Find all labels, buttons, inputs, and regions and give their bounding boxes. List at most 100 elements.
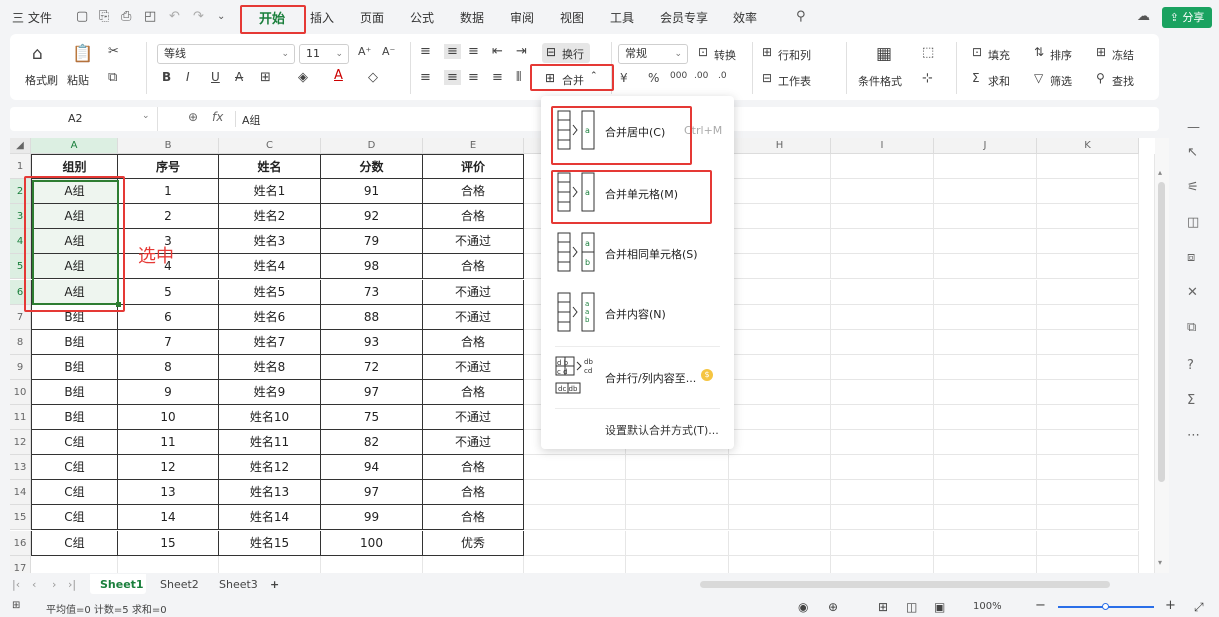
fill-button[interactable]: 填充 <box>988 47 1010 63</box>
formula-sum-icon[interactable]: Σ <box>1187 393 1195 408</box>
empty-cell[interactable] <box>219 555 321 573</box>
empty-cell[interactable] <box>934 379 1037 405</box>
empty-cell[interactable] <box>524 530 626 556</box>
empty-cell[interactable] <box>934 229 1037 255</box>
empty-cell[interactable] <box>729 329 831 355</box>
rows-cols-button[interactable]: 行和列 <box>778 47 811 63</box>
table-cell[interactable]: 合格 <box>423 204 524 230</box>
horizontal-scrollbar[interactable] <box>700 581 1110 588</box>
preview-icon[interactable]: ◰ <box>144 9 156 24</box>
set-default-merge-button[interactable]: 设置默认合并方式(T)... <box>605 422 719 438</box>
empty-cell[interactable] <box>831 405 934 431</box>
empty-cell[interactable] <box>1037 254 1139 280</box>
worksheet-icon[interactable]: ⊟ <box>762 71 772 85</box>
column-header-a[interactable]: A <box>31 138 118 154</box>
empty-cell[interactable] <box>729 430 831 456</box>
table-cell[interactable]: B组 <box>31 379 118 405</box>
empty-cell[interactable] <box>729 304 831 330</box>
empty-cell[interactable] <box>934 304 1037 330</box>
search-icon[interactable]: ⚲ <box>796 9 806 24</box>
table-cell[interactable]: 姓名5 <box>219 279 321 305</box>
underline-icon[interactable]: U <box>211 70 220 84</box>
fullscreen-icon[interactable]: ⤢ <box>1194 600 1204 615</box>
menu-item-merge-rows-cols[interactable]: d bc d db cd dc db 合并行/列内容至... $ <box>541 356 734 400</box>
table-cell[interactable]: 姓名3 <box>219 229 321 255</box>
table-cell[interactable]: 姓名7 <box>219 329 321 355</box>
collapse-icon[interactable]: — <box>1187 120 1200 135</box>
table-cell[interactable]: 不通过 <box>423 279 524 305</box>
row-header[interactable]: 9 <box>10 354 31 380</box>
align-right-icon[interactable]: ≡ <box>468 70 479 85</box>
zoom-out-icon[interactable]: − <box>1035 598 1046 613</box>
table-cell[interactable]: B组 <box>31 354 118 380</box>
empty-cell[interactable] <box>626 530 729 556</box>
empty-cell[interactable] <box>1037 455 1139 481</box>
select-all-corner[interactable]: ◢ <box>10 138 31 154</box>
empty-cell[interactable] <box>729 455 831 481</box>
empty-cell[interactable] <box>934 279 1037 305</box>
page-break-icon[interactable]: ▣ <box>934 600 945 614</box>
table-cell[interactable]: 合格 <box>423 480 524 506</box>
filter-button[interactable]: 筛选 <box>1050 73 1072 89</box>
next-sheet-icon[interactable]: › <box>52 578 56 591</box>
pane-icon[interactable]: ◫ <box>1187 215 1199 230</box>
table-cell[interactable]: 姓名8 <box>219 354 321 380</box>
table-cell[interactable]: 合格 <box>423 455 524 481</box>
empty-cell[interactable] <box>831 555 934 573</box>
redo-icon[interactable]: ↷ <box>193 9 204 24</box>
align-center-icon[interactable]: ≡ <box>444 70 461 85</box>
conditional-format-icon[interactable]: ▦ <box>876 44 892 64</box>
function-icon[interactable]: fx <box>212 110 223 124</box>
empty-cell[interactable] <box>831 204 934 230</box>
empty-cell[interactable] <box>1037 379 1139 405</box>
macro-icon[interactable]: ⊞ <box>12 600 20 611</box>
empty-cell[interactable] <box>1037 154 1139 180</box>
tab-efficiency[interactable]: 效率 <box>733 9 757 26</box>
empty-cell[interactable] <box>831 455 934 481</box>
table-cell[interactable]: 11 <box>118 430 219 456</box>
empty-cell[interactable] <box>1037 354 1139 380</box>
sheet-tab-sheet3[interactable]: Sheet3 <box>219 578 258 591</box>
copy-icon[interactable]: ⧉ <box>108 70 117 85</box>
column-header-e[interactable]: E <box>423 138 524 154</box>
help-icon[interactable]: ? <box>1187 358 1194 373</box>
table-cell[interactable]: 6 <box>118 304 219 330</box>
row-header[interactable]: 11 <box>10 405 31 431</box>
empty-cell[interactable] <box>934 530 1037 556</box>
table-cell[interactable]: 合格 <box>423 505 524 531</box>
empty-cell[interactable] <box>831 354 934 380</box>
empty-cell[interactable] <box>831 154 934 180</box>
table-cell[interactable]: 1 <box>118 179 219 205</box>
table-cell[interactable]: 12 <box>118 455 219 481</box>
empty-cell[interactable] <box>831 480 934 506</box>
print-icon[interactable]: ⎙ <box>121 9 131 24</box>
pointer-icon[interactable]: ↖ <box>1187 145 1198 160</box>
empty-cell[interactable] <box>831 304 934 330</box>
strikethrough-icon[interactable]: A <box>235 70 243 84</box>
name-box[interactable]: A2 ⌄ <box>10 107 158 131</box>
table-cell[interactable]: 姓名13 <box>219 480 321 506</box>
tab-page[interactable]: 页面 <box>360 9 384 26</box>
font-name-select[interactable]: 等线 ⌄ <box>157 44 295 64</box>
empty-cell[interactable] <box>934 329 1037 355</box>
locate-icon[interactable]: ⊕ <box>828 600 838 614</box>
table-cell[interactable]: 姓名6 <box>219 304 321 330</box>
table-cell[interactable]: 姓名15 <box>219 530 321 556</box>
table-cell[interactable]: 9 <box>118 379 219 405</box>
clear-format-icon[interactable]: ◇ <box>368 70 378 85</box>
chart-icon[interactable]: ⧈ <box>1187 250 1195 265</box>
column-header-i[interactable]: I <box>831 138 934 154</box>
empty-cell[interactable] <box>729 154 831 180</box>
empty-cell[interactable] <box>934 405 1037 431</box>
page-layout-icon[interactable]: ◫ <box>906 600 917 614</box>
table-cell[interactable]: 14 <box>118 505 219 531</box>
column-header-b[interactable]: B <box>118 138 219 154</box>
table-cell[interactable]: 98 <box>321 254 423 280</box>
empty-cell[interactable] <box>934 455 1037 481</box>
undo-icon[interactable]: ↶ <box>169 9 180 24</box>
table-cell[interactable]: 不通过 <box>423 405 524 431</box>
empty-cell[interactable] <box>1037 329 1139 355</box>
sort-button[interactable]: 排序 <box>1050 47 1072 63</box>
row-header[interactable]: 17 <box>10 555 31 573</box>
cell-style-icon[interactable]: ⬚ <box>922 45 934 60</box>
